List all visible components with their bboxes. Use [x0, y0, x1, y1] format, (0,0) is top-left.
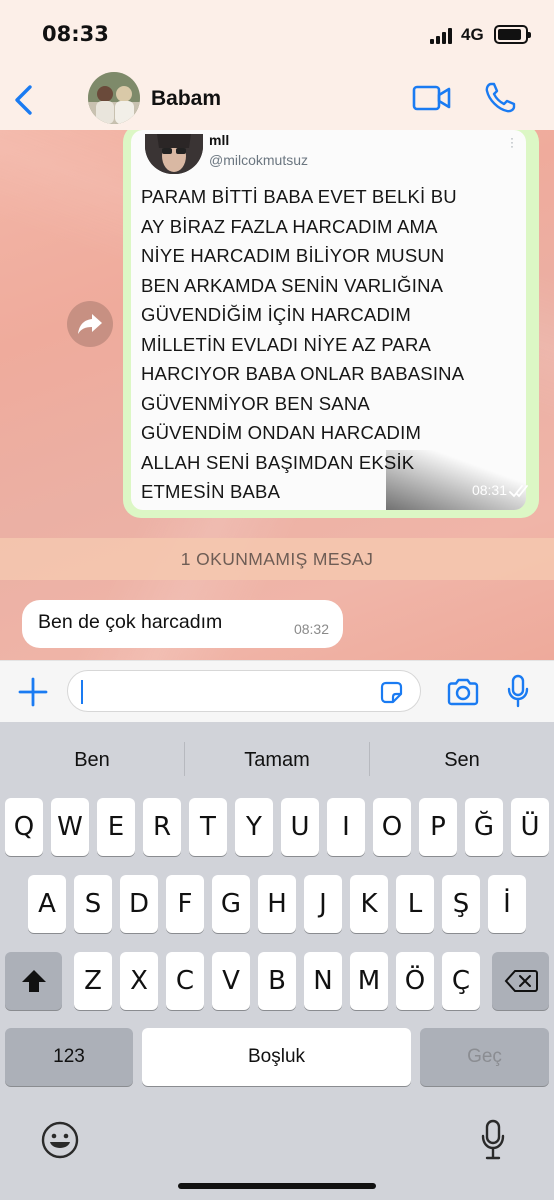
keyboard: Ben Tamam Sen QWERTYUIOPĞÜ ASDFGHJKLŞİ ZXC… [0, 722, 554, 1200]
contact-avatar[interactable] [88, 72, 140, 124]
key[interactable]: X [120, 952, 158, 1010]
key[interactable]: F [166, 875, 204, 933]
plus-icon[interactable] [16, 675, 50, 709]
shift-key[interactable] [5, 952, 62, 1010]
sticker-icon[interactable] [379, 680, 404, 705]
message-input-bar [0, 660, 554, 722]
key[interactable]: I [327, 798, 365, 856]
tweet-author-name: mll [209, 132, 230, 148]
suggestion-1[interactable]: Ben [0, 742, 184, 778]
key[interactable]: U [281, 798, 319, 856]
key[interactable]: M [350, 952, 388, 1010]
more-icon: · · · [510, 131, 514, 153]
text-cursor [81, 680, 83, 704]
message-input[interactable] [67, 670, 421, 712]
tweet-line: BEN ARKAMDA SENİN VARLIĞINA [141, 274, 444, 296]
key[interactable]: N [304, 952, 342, 1010]
key[interactable]: A [28, 875, 66, 933]
key[interactable]: W [51, 798, 89, 856]
key[interactable]: T [189, 798, 227, 856]
contact-name[interactable]: Babam [151, 87, 221, 111]
network-label: 4G [461, 25, 484, 44]
key[interactable]: O [373, 798, 411, 856]
video-camera-icon[interactable] [412, 84, 452, 112]
key[interactable]: H [258, 875, 296, 933]
emoji-icon[interactable] [40, 1120, 80, 1160]
tweet-line: NİYE HARCADIM BİLİYOR MUSUN [141, 245, 445, 266]
key[interactable]: J [304, 875, 342, 933]
tweet-line: GÜVENDİM ONDAN HARCADIM [141, 422, 422, 443]
tweet-screenshot-image[interactable]: mll @milcokmutsuz · · · PARAM BİTTİ BABA E… [131, 130, 526, 510]
shift-icon [21, 970, 46, 992]
outgoing-message-bubble[interactable]: mll @milcokmutsuz · · · PARAM BİTTİ BABA E… [123, 130, 539, 518]
battery-level-fill [498, 29, 521, 40]
unread-messages-banner: 1 OKUNMAMIŞ MESAJ [0, 538, 554, 580]
key[interactable]: Z [74, 952, 112, 1010]
incoming-message-bubble[interactable]: Ben de çok harcadım 08:32 [22, 600, 343, 648]
tweet-line: AY BİRAZ FAZLA HARCADIM AMA [141, 215, 438, 237]
double-check-icon [509, 484, 531, 498]
key[interactable]: Ş [442, 875, 480, 933]
camera-icon[interactable] [446, 677, 480, 707]
message-text: Ben de çok harcadım [38, 611, 223, 633]
chevron-left-icon[interactable] [10, 82, 38, 118]
dictation-microphone-icon[interactable] [480, 1118, 506, 1162]
key[interactable]: Q [5, 798, 43, 856]
message-time: 08:32 [293, 621, 329, 637]
tweet-avatar [145, 134, 203, 174]
forward-icon[interactable] [67, 301, 113, 347]
key[interactable]: Ö [396, 952, 434, 1010]
space-key[interactable]: Boşluk [142, 1028, 411, 1086]
key[interactable]: R [143, 798, 181, 856]
chat-header: Babam [0, 70, 554, 130]
chat-area[interactable]: mll @milcokmutsuz · · · PARAM BİTTİ BABA E… [0, 130, 554, 660]
microphone-icon[interactable] [506, 673, 530, 709]
backspace-icon [504, 970, 538, 992]
home-indicator [178, 1183, 376, 1189]
tweet-line: MİLLETİN EVLADI NİYE AZ PARA [141, 333, 432, 355]
key[interactable]: P [419, 798, 457, 856]
key[interactable]: G [212, 875, 250, 933]
message-time: 08:31 [471, 482, 507, 498]
key[interactable]: Ç [442, 952, 480, 1010]
phone-icon[interactable] [482, 80, 518, 116]
suggestion-3[interactable]: Sen [370, 742, 554, 778]
image-shade [386, 450, 526, 510]
tweet-line: PARAM BİTTİ BABA EVET BELKİ BU [141, 186, 457, 207]
tweet-line: GÜVENMİYOR BEN SANA [141, 392, 370, 414]
key[interactable]: D [120, 875, 158, 933]
key[interactable]: L [396, 875, 434, 933]
key[interactable]: V [212, 952, 250, 1010]
key[interactable]: K [350, 875, 388, 933]
key[interactable]: C [166, 952, 204, 1010]
key[interactable]: Y [235, 798, 273, 856]
suggestion-2[interactable]: Tamam [185, 742, 369, 778]
tweet-line: GÜVENDİĞİM İÇİN HARCADIM [141, 304, 411, 325]
key[interactable]: İ [488, 875, 526, 933]
status-bar: 08:33 4G [0, 0, 554, 70]
tweet-author-handle: @milcokmutsuz [209, 152, 309, 168]
key[interactable]: S [74, 875, 112, 933]
backspace-key[interactable] [492, 952, 549, 1010]
return-key[interactable]: Geç [420, 1028, 549, 1086]
status-time: 08:33 [42, 22, 109, 46]
battery-icon [494, 25, 531, 44]
numbers-key[interactable]: 123 [5, 1028, 133, 1086]
key[interactable]: Ü [511, 798, 549, 856]
key[interactable]: B [258, 952, 296, 1010]
tweet-line: HARCIYOR BABA ONLAR BABASINA [141, 363, 465, 384]
signal-icon [430, 28, 456, 44]
key[interactable]: Ğ [465, 798, 503, 856]
unread-banner-text: 1 OKUNMAMIŞ MESAJ [180, 549, 374, 569]
key[interactable]: E [97, 798, 135, 856]
